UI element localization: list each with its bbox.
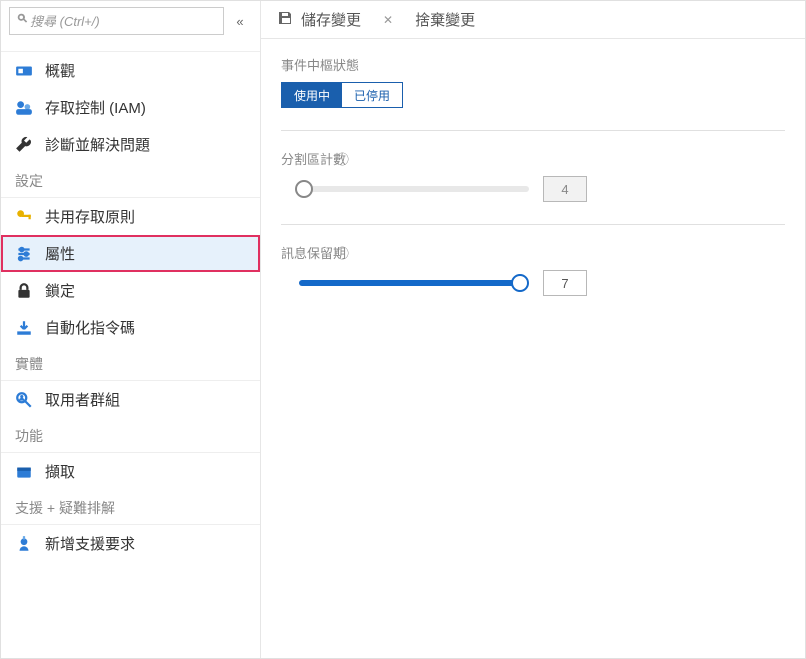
sidebar-nav: 概觀 存取控制 (IAM) 診斷並解決問題 設定 <box>1 41 260 658</box>
status-section: 事件中樞狀態 使用中 已停用 <box>281 55 785 131</box>
status-option-active[interactable]: 使用中 <box>282 83 342 107</box>
retention-label: 訊息保留期 ⃝ <box>281 243 785 262</box>
retention-slider-fill <box>299 280 520 286</box>
partition-value <box>543 176 587 202</box>
retention-slider-thumb[interactable] <box>511 274 529 292</box>
sidebar-group: 功能 擷取 <box>1 418 260 490</box>
save-button[interactable]: 儲存變更 <box>277 9 361 30</box>
sidebar-header-settings: 設定 <box>1 163 260 198</box>
sidebar-header-features: 功能 <box>1 418 260 453</box>
retention-slider[interactable] <box>299 280 529 286</box>
retention-slider-row <box>281 270 785 296</box>
retention-section: 訊息保留期 ⃝ <box>281 243 785 318</box>
sidebar-item-label: 存取控制 (IAM) <box>45 97 146 118</box>
sidebar-item-label: 概觀 <box>45 60 75 81</box>
save-icon <box>277 10 293 30</box>
sidebar-group: 概觀 存取控制 (IAM) 診斷並解決問題 <box>1 51 260 163</box>
toolbar: 儲存變更 ✕ 捨棄變更 <box>261 1 805 39</box>
sidebar-item-label: 共用存取原則 <box>45 206 135 227</box>
people-icon <box>15 99 33 117</box>
sidebar: « 概觀 存取控制 (IAM) 診斷並解決問題 <box>1 1 261 658</box>
sidebar-item-label: 鎖定 <box>45 280 75 301</box>
retention-value[interactable] <box>543 270 587 296</box>
sidebar-item-label: 屬性 <box>45 243 75 264</box>
partition-slider <box>299 186 529 192</box>
search-input[interactable] <box>30 14 217 29</box>
support-icon <box>15 535 33 553</box>
sidebar-item-overview[interactable]: 概觀 <box>1 51 260 89</box>
status-option-disabled[interactable]: 已停用 <box>342 83 402 107</box>
discard-label: 捨棄變更 <box>415 9 475 30</box>
sidebar-item-iam[interactable]: 存取控制 (IAM) <box>1 89 260 126</box>
sidebar-item-automation[interactable]: 自動化指令碼 <box>1 309 260 346</box>
partition-label: 分割區計數 ⃝ <box>281 149 785 168</box>
sliders-icon <box>15 245 33 263</box>
sidebar-group: 實體 取用者群組 <box>1 346 260 418</box>
main-panel: 儲存變更 ✕ 捨棄變更 事件中樞狀態 使用中 已停用 分割區計數 ⃝ <box>261 1 805 658</box>
content: 事件中樞狀態 使用中 已停用 分割區計數 ⃝ 訊息保留期 ⃝ <box>261 39 805 352</box>
status-label: 事件中樞狀態 <box>281 55 785 74</box>
sidebar-header-support: 支援 + 疑難排解 <box>1 490 260 525</box>
partition-slider-row <box>281 176 785 202</box>
discard-button[interactable]: 捨棄變更 <box>415 9 475 30</box>
sidebar-item-locks[interactable]: 鎖定 <box>1 272 260 309</box>
partition-section: 分割區計數 ⃝ <box>281 149 785 225</box>
sidebar-item-consumers[interactable]: 取用者群組 <box>1 381 260 418</box>
sidebar-item-label: 診斷並解決問題 <box>45 134 150 155</box>
sidebar-item-label: 取用者群組 <box>45 389 120 410</box>
close-icon[interactable]: ✕ <box>383 13 393 27</box>
sidebar-item-capture[interactable]: 擷取 <box>1 453 260 490</box>
sidebar-item-label: 自動化指令碼 <box>45 317 135 338</box>
sidebar-header-entities: 實體 <box>1 346 260 381</box>
sidebar-group: 支援 + 疑難排解 新增支援要求 <box>1 490 260 562</box>
sidebar-item-properties[interactable]: 屬性 <box>1 235 260 272</box>
partition-slider-thumb <box>295 180 313 198</box>
download-icon <box>15 319 33 337</box>
status-toggle[interactable]: 使用中 已停用 <box>281 82 403 108</box>
sidebar-item-diagnose[interactable]: 診斷並解決問題 <box>1 126 260 163</box>
key-icon <box>15 208 33 226</box>
overview-icon <box>15 62 33 80</box>
search-people-icon <box>15 391 33 409</box>
search-row: « <box>1 1 260 41</box>
lock-icon <box>15 282 33 300</box>
sidebar-item-label: 擷取 <box>45 461 75 482</box>
storage-icon <box>15 463 33 481</box>
sidebar-item-sas[interactable]: 共用存取原則 <box>1 198 260 235</box>
wrench-icon <box>15 136 33 154</box>
sidebar-item-label: 新增支援要求 <box>45 533 135 554</box>
sidebar-group: 設定 共用存取原則 屬性 鎖定 <box>1 163 260 346</box>
sidebar-item-support[interactable]: 新增支援要求 <box>1 525 260 562</box>
collapse-sidebar-button[interactable]: « <box>228 7 252 35</box>
save-label: 儲存變更 <box>301 9 361 30</box>
search-icon <box>16 12 30 31</box>
search-box[interactable] <box>9 7 224 35</box>
